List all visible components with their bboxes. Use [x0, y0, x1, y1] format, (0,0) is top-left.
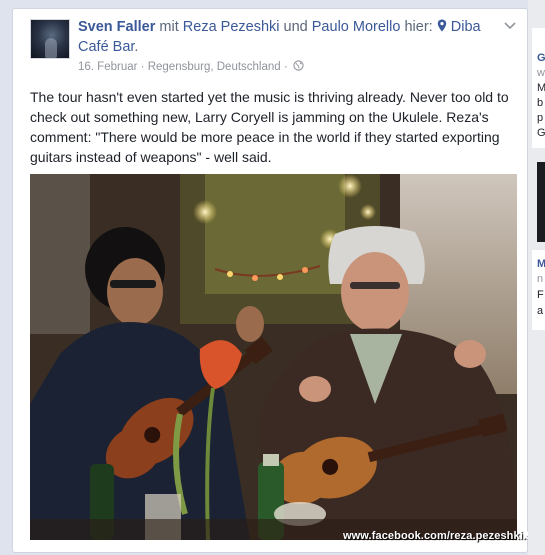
post-date-link[interactable]: 16. Februar	[78, 61, 137, 73]
globe-icon[interactable]	[293, 60, 304, 71]
right-fragment: M	[537, 82, 545, 94]
author-avatar[interactable]	[30, 19, 70, 59]
photo-watermark: www.facebook.com/reza.pezeshki.9	[343, 530, 533, 542]
feed-post: Sven Faller mit Reza Pezeshki und Paulo …	[12, 8, 532, 553]
meta-separator: ·	[283, 61, 288, 73]
right-fragment: a	[537, 305, 544, 317]
tagged-friend-2-link[interactable]: Paulo Morello	[312, 19, 401, 35]
right-fragment: n	[537, 273, 544, 285]
right-fragment: G	[537, 52, 545, 64]
right-column: G w M b p G M n F a	[528, 0, 545, 555]
location-name-line2: Café Bar	[78, 39, 135, 55]
right-fragment: b	[537, 97, 544, 109]
post-photo[interactable]	[30, 174, 517, 540]
chevron-down-icon[interactable]	[503, 21, 517, 31]
right-fragment: F	[537, 289, 544, 301]
post-body-text: The tour hasn't even started yet the mus…	[30, 89, 509, 165]
with-label: mit	[159, 19, 179, 35]
meta-separator: ·	[140, 61, 145, 73]
right-fragment: M	[537, 258, 545, 270]
location-name-line1: Diba	[450, 19, 481, 35]
post-meta: 16. Februar · Regensburg, Deutschland ·	[78, 60, 304, 73]
right-thumbnail[interactable]	[537, 162, 545, 242]
photo-scene	[30, 174, 517, 540]
right-fragment: G	[537, 127, 545, 139]
post-place-link[interactable]: Regensburg, Deutschland	[148, 61, 281, 73]
location-label: hier:	[404, 19, 433, 35]
right-fragment: w	[537, 67, 545, 79]
location-punctuation: .	[134, 39, 139, 55]
post-header: Sven Faller mit Reza Pezeshki und Paulo …	[78, 17, 498, 57]
author-name-link[interactable]: Sven Faller	[78, 19, 155, 35]
and-label: und	[283, 19, 308, 35]
map-pin-icon	[437, 19, 446, 32]
tagged-friend-1-link[interactable]: Reza Pezeshki	[183, 19, 280, 35]
right-fragment: p	[537, 112, 544, 124]
